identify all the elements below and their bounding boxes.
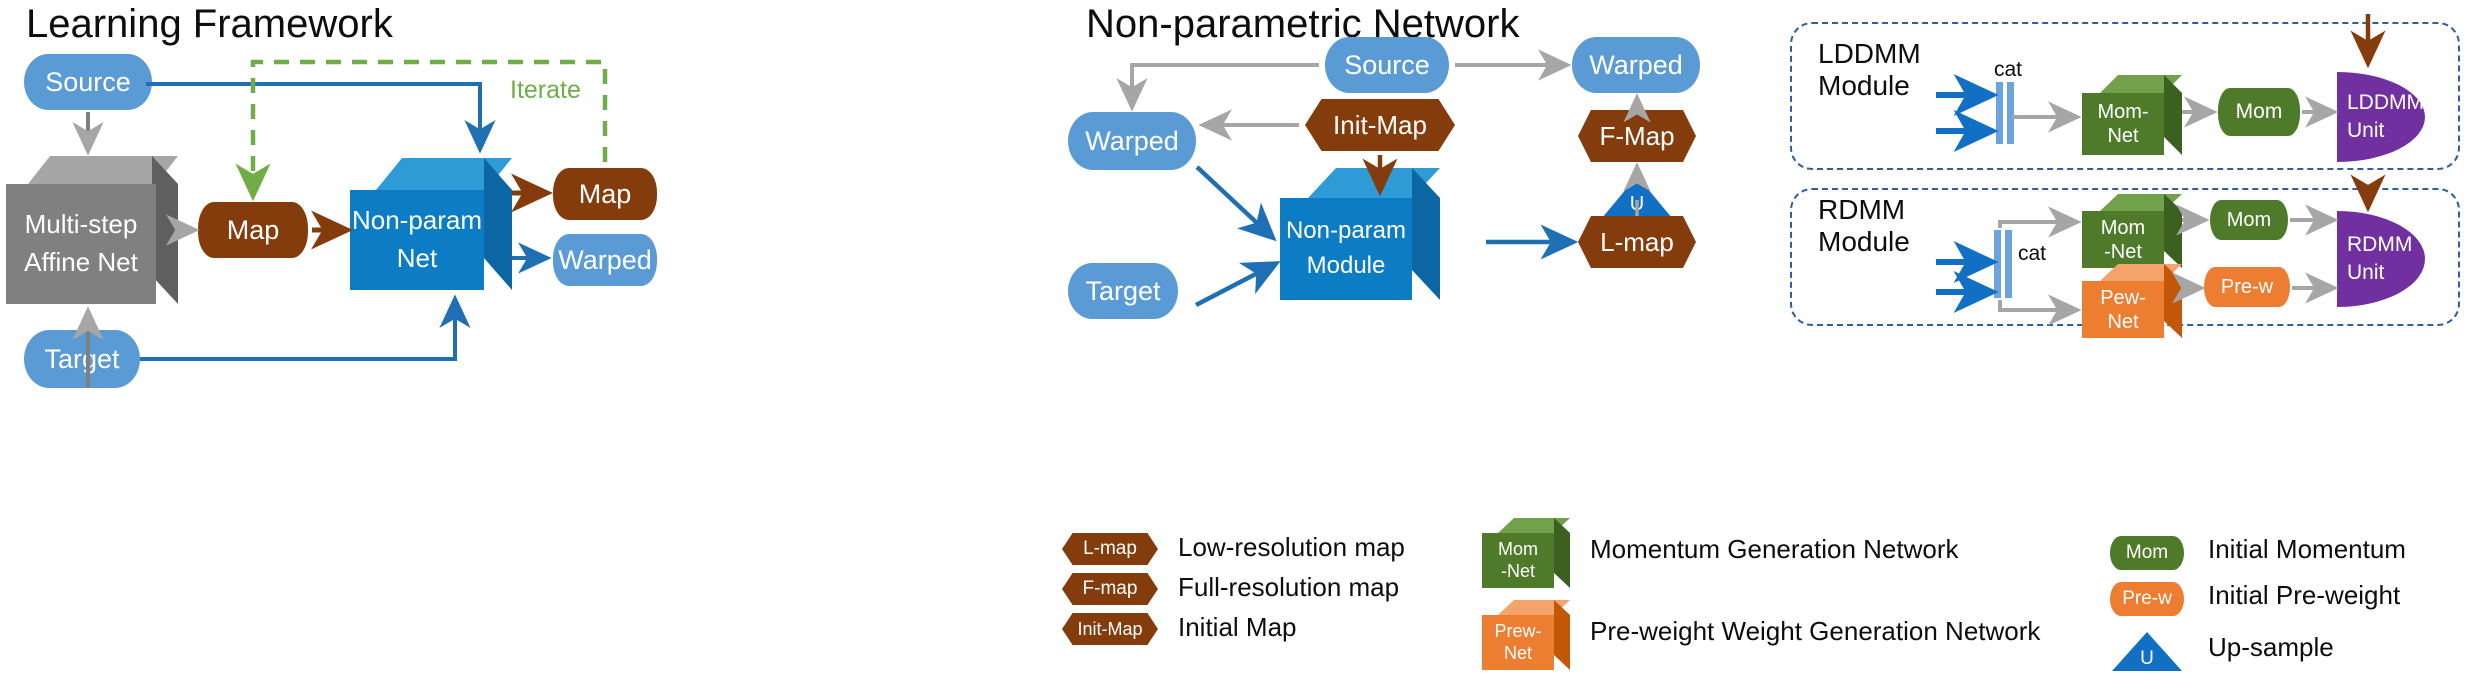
concat-bar [2007,82,2014,144]
cube-nonparam-net: Non-param Net [350,158,512,290]
node-upsample: U [1602,176,1672,218]
panel-title-nonparam: Non-parametric Network [1086,2,1520,46]
legend-text-pre-w: Initial Pre-weight [2208,580,2401,610]
concat-bar [2005,230,2012,298]
legend-text-mom-net: Momentum Generation Network [1590,534,1959,564]
legend-text-init-map: Initial Map [1178,612,1297,642]
cube-label-line1: Non-param [1285,217,1407,245]
node-mom-lddmm: Mom [2218,88,2300,136]
node-target: Target [24,330,140,388]
cube-front-face: Mom -Net [2082,211,2164,268]
label-cat-lddmm: cat [1994,58,2023,81]
label-iterate: Iterate [510,76,581,104]
cube-pew-net-rdmm: Pew- Net [2082,264,2182,338]
cube-label-line2: Module [1306,252,1386,279]
cube-label-line2: Net [2107,125,2139,147]
cube-front-face: Non-param Module [1280,198,1412,300]
cube-front-face: Mom -Net [1482,533,1554,588]
legend-chip-line2: Net [1503,642,1532,663]
legend-chip-mom: Mom [2110,536,2184,570]
node-target-np: Target [1068,263,1178,319]
cube-front-face: Non-param Net [350,190,484,290]
cube-front-face: Pew- Net [2082,281,2164,338]
node-source-np: Source [1325,37,1449,93]
legend-chip-line2: -Net [1500,560,1535,581]
cube-side-face [1554,600,1570,670]
node-map-mid: Map [198,202,308,258]
cube-side-face [2164,194,2182,268]
cube-front-face: Multi-step Affine Net [6,184,156,304]
unit-label-line2: Unit [2347,261,2385,284]
arrow-source-to-warped-left [1116,63,1319,112]
legend-chip-mom-net: Mom -Net [1482,518,1570,588]
legend-text-mom: Initial Momentum [2208,534,2406,564]
node-f-map: F-Map [1578,110,1696,162]
legend-text-f-map: Full-resolution map [1178,572,1400,602]
unit-label-line1: RDMM [2347,232,2413,256]
cube-side-face [2164,264,2182,338]
arrow-target-to-nonparam [140,294,471,361]
cube-side-face [1554,518,1570,588]
cube-label-line1: Non-param [351,205,483,236]
cube-front-face: Prew- Net [1482,615,1554,670]
cube-label-line1: Mom [2100,216,2146,239]
concat-bars-rdmm [1994,230,2012,298]
cube-side-face [484,158,512,290]
cube-nonparam-module: Non-param Module [1280,168,1440,300]
legend-chip-f-map: F-map [1062,573,1158,605]
cube-label-line2: Net [2107,310,2139,333]
cube-mom-net-lddmm: Mom- Net [2082,75,2182,155]
cube-front-face: Mom- Net [2082,93,2164,155]
node-mom-rdmm: Mom [2210,200,2288,240]
title-lddmm: LDDMM Module [1818,38,1921,101]
title-rdmm: RDMM Module [1818,194,1910,257]
cube-mom-net-rdmm: Mom -Net [2082,194,2182,268]
node-warped-right: Warped [1572,37,1700,93]
arrow-source-to-nonparam [146,82,496,154]
cube-side-face [2164,75,2182,155]
panel-title-learning: Learning Framework [26,2,393,46]
cube-label-line2: Affine Net [24,247,138,277]
legend-text-upsample: Up-sample [2208,632,2334,662]
legend-chip-upsample: U [2112,632,2182,671]
unit-label-line2: Unit [2347,119,2385,142]
legend-chip-init-map: Init-Map [1062,613,1158,645]
label-cat-rdmm: cat [2018,242,2047,265]
cube-multistep-affine-net: Multi-step Affine Net [6,156,178,304]
legend-text-l-map: Low-resolution map [1178,532,1405,562]
legend-chip-pre-w: Pre-w [2110,582,2184,616]
legend-chip-line1: Prew- [1494,620,1542,641]
node-warped-output: Warped [553,234,657,286]
node-warped-left: Warped [1068,112,1196,170]
node-l-map: L-map [1578,216,1696,268]
concat-bars-lddmm [1996,82,2014,144]
cube-label-line1: Mom- [2097,101,2149,123]
cube-label-line2: Net [396,243,438,273]
concat-bar [1994,230,2001,298]
legend-chip-prew-net: Prew- Net [1482,600,1570,670]
node-source: Source [24,54,152,110]
arrow-target-to-module [1194,261,1281,307]
cube-label-line1: Multi-step [24,209,138,240]
concat-bar [1996,82,2003,144]
legend-text-prew-net: Pre-weight Weight Generation Network [1590,616,2041,646]
unit-label-line1: LDDMM [2347,90,2424,114]
arrow-warpedleft-to-module [1195,165,1277,242]
legend-chip-line1: Mom [1498,538,1538,559]
node-pre-w-rdmm: Pre-w [2204,267,2290,307]
node-map-output: Map [553,168,657,220]
cube-label-line2: -Net [2104,240,2142,263]
node-init-map: Init-Map [1305,99,1455,151]
cube-side-face [1412,168,1440,300]
legend-chip-l-map: L-map [1062,533,1158,565]
cube-label-line1: Pew- [2100,286,2146,309]
